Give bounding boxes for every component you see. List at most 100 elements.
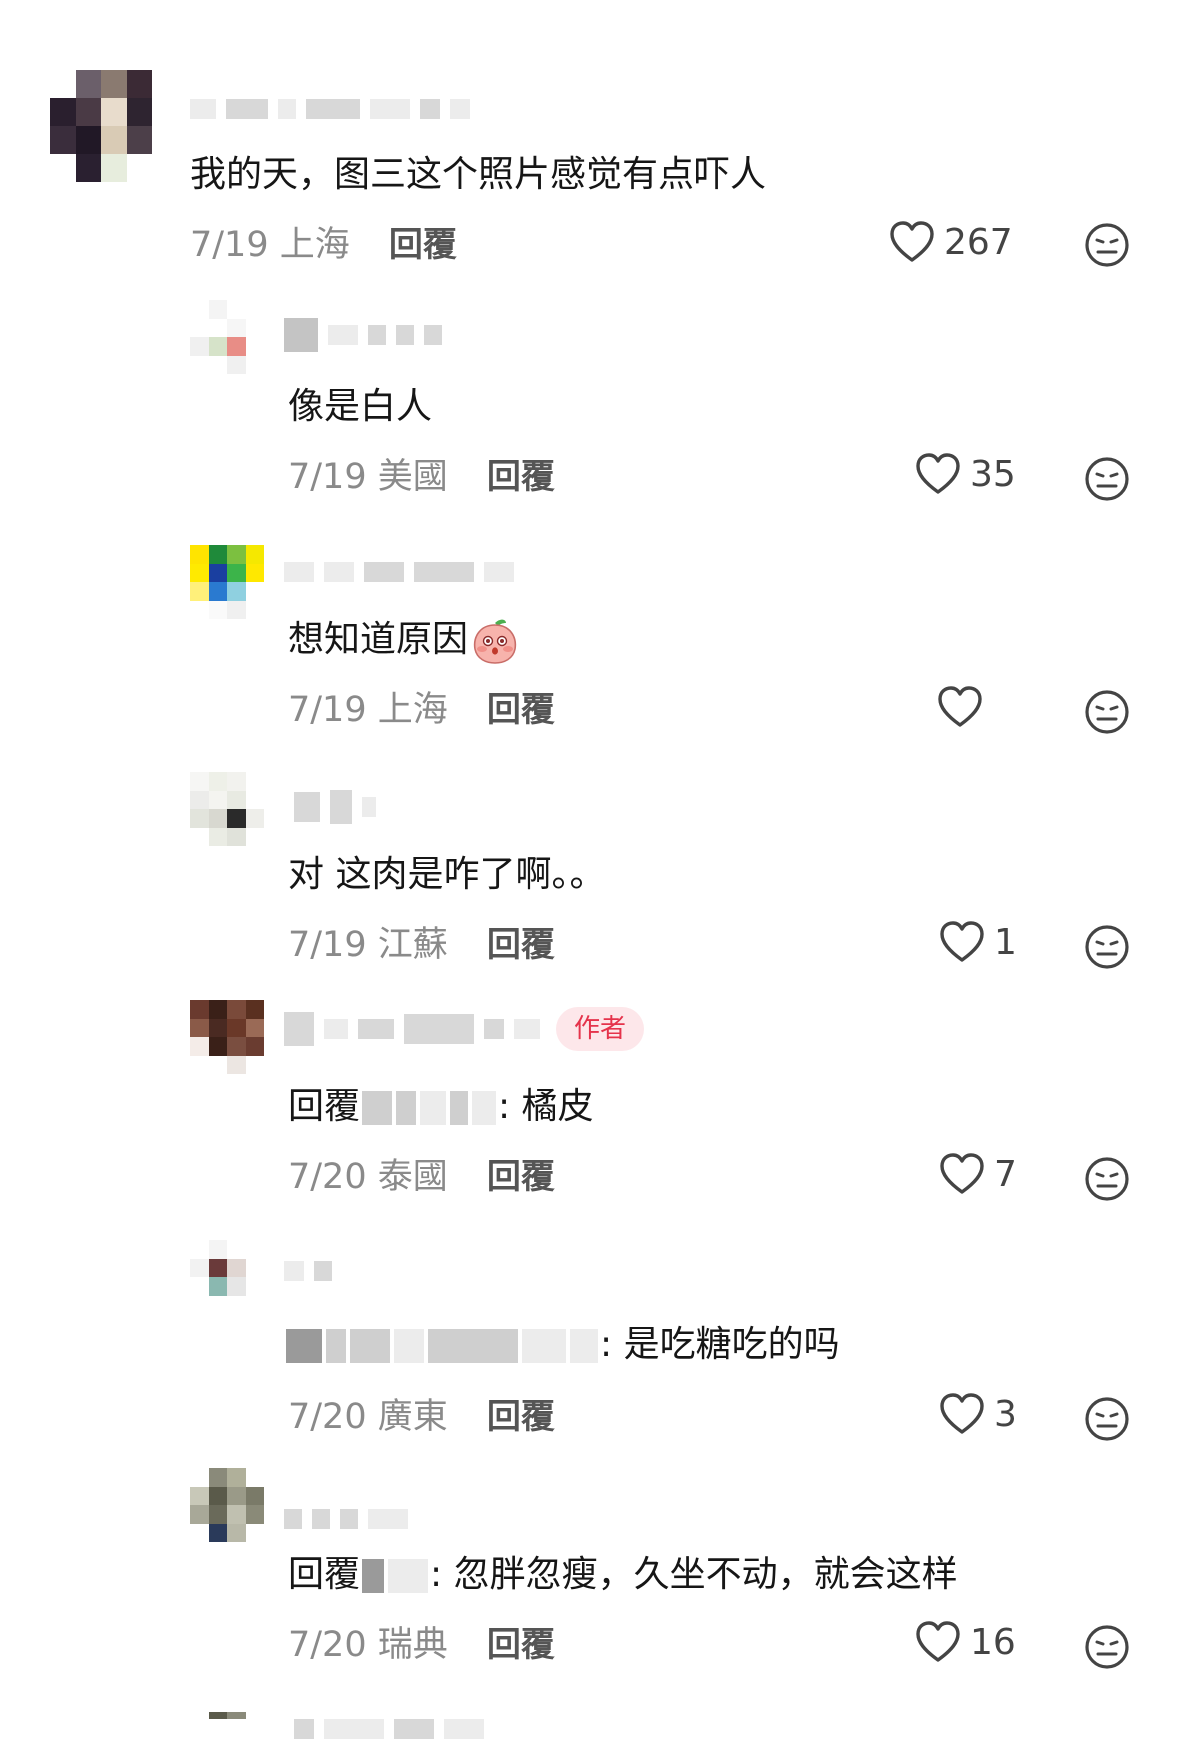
like-button[interactable]: 1: [938, 920, 1017, 964]
like-button[interactable]: 16: [914, 1620, 1016, 1664]
comment-text: 像是白人: [288, 386, 433, 427]
username-mask: [396, 1091, 417, 1125]
comment-text: 回覆: 忽胖忽瘦，久坐不动，就会这样: [288, 1552, 958, 1598]
avatar[interactable]: [190, 772, 264, 846]
avatar[interactable]: [190, 545, 264, 619]
avatar[interactable]: [190, 1468, 264, 1542]
username-mask: [350, 1329, 390, 1363]
like-count: 1: [994, 921, 1017, 963]
neutral-face-icon[interactable]: [1084, 1396, 1130, 1442]
comment-text-body: : 橘皮: [498, 1086, 594, 1127]
comment-text-body: : 是吃糖吃的吗: [600, 1324, 840, 1365]
like-count: 35: [970, 453, 1016, 495]
username-mask: [428, 1329, 518, 1363]
comment-location: 泰國: [377, 1157, 448, 1197]
heart-outline-icon: [938, 686, 982, 727]
username[interactable]: [284, 559, 514, 585]
comment-meta: 7/20 泰國 回覆: [288, 1154, 555, 1200]
comment-location: 廣東: [377, 1397, 448, 1437]
reply-button[interactable]: 回覆: [487, 1397, 555, 1437]
comment-meta: 7/19 上海 回覆: [288, 687, 555, 733]
comment-date: 7/19: [288, 925, 367, 965]
heart-outline-icon: [940, 1393, 984, 1434]
comment-date: 7/20: [288, 1157, 367, 1197]
comment-meta: 7/19 美國 回覆: [288, 454, 555, 500]
neutral-face-icon[interactable]: [1084, 1156, 1130, 1202]
avatar[interactable]: [190, 1712, 264, 1741]
username[interactable]: 作者: [284, 1007, 645, 1051]
comment-meta: 7/19 江蘇 回覆: [288, 922, 555, 968]
neutral-face-icon[interactable]: [1084, 924, 1130, 970]
avatar[interactable]: [50, 70, 152, 182]
reply-button[interactable]: 回覆: [487, 1157, 555, 1197]
username[interactable]: [190, 96, 470, 122]
comment-date: 7/20: [288, 1625, 367, 1665]
reply-prefix: 回覆: [288, 1086, 361, 1127]
like-button[interactable]: 267: [888, 220, 1013, 264]
comment-text-body: 想知道原因: [288, 619, 469, 660]
username[interactable]: [284, 1258, 332, 1284]
heart-outline-icon: [916, 453, 960, 494]
comment-text: 想知道原因: [288, 617, 520, 665]
reply-button[interactable]: 回覆: [487, 925, 555, 965]
username-mask: [394, 1329, 424, 1363]
username-mask: [362, 1091, 393, 1125]
like-button[interactable]: 35: [914, 452, 1016, 496]
heart-outline-icon: [940, 1153, 984, 1194]
comment-text: 对 这肉是咋了啊。。: [288, 854, 606, 895]
comment-location: 江蘇: [377, 925, 448, 965]
username-mask: [326, 1329, 346, 1363]
peach-face-emoji: [473, 619, 517, 664]
comment-text: : 是吃糖吃的吗: [284, 1322, 840, 1368]
username-mask: [286, 1329, 322, 1363]
comment-meta: 7/20 廣東 回覆: [288, 1394, 555, 1440]
username-mask: [570, 1329, 598, 1363]
username[interactable]: [284, 1506, 408, 1532]
like-count: 16: [970, 1621, 1016, 1663]
like-button[interactable]: 7: [938, 1152, 1017, 1196]
reply-button[interactable]: 回覆: [389, 225, 457, 265]
comment-date: 7/20: [288, 1397, 367, 1437]
comment-date: 7/19: [190, 225, 269, 265]
comment-text: 我的天，图三这个照片感觉有点吓人: [190, 154, 767, 195]
comment-date: 7/19: [288, 690, 367, 730]
reply-button[interactable]: 回覆: [487, 690, 555, 730]
comment-location: 上海: [377, 690, 448, 730]
username-mask: [362, 1559, 385, 1593]
like-button[interactable]: 3: [938, 1392, 1017, 1436]
username[interactable]: [284, 318, 442, 352]
like-count: 267: [944, 221, 1013, 263]
comment-date: 7/19: [288, 457, 367, 497]
neutral-face-icon[interactable]: [1084, 456, 1130, 502]
username-mask: [450, 1091, 469, 1125]
username[interactable]: [294, 790, 376, 824]
heart-outline-icon: [940, 921, 984, 962]
avatar[interactable]: [190, 1240, 264, 1314]
username-mask: [420, 1091, 447, 1125]
reply-button[interactable]: 回覆: [487, 1625, 555, 1665]
like-button[interactable]: [936, 685, 992, 729]
avatar[interactable]: [190, 1000, 264, 1074]
neutral-face-icon[interactable]: [1084, 689, 1130, 735]
like-count: 7: [994, 1153, 1017, 1195]
comment-location: 美國: [377, 457, 448, 497]
heart-outline-icon: [890, 221, 934, 262]
avatar[interactable]: [190, 300, 264, 374]
neutral-face-icon[interactable]: [1084, 222, 1130, 268]
username-mask: [388, 1559, 429, 1593]
reply-button[interactable]: 回覆: [487, 457, 555, 497]
comment-location: 上海: [279, 225, 350, 265]
like-count: 3: [994, 1393, 1017, 1435]
comment-meta: 7/20 瑞典 回覆: [288, 1622, 555, 1668]
comment-screen: { "reply_label": "回覆", "author_badge": "…: [0, 0, 1179, 1741]
neutral-face-icon[interactable]: [1084, 1624, 1130, 1670]
heart-outline-icon: [916, 1621, 960, 1662]
username[interactable]: [294, 1716, 484, 1742]
comment-text: 回覆 : 橘皮: [288, 1084, 594, 1130]
username-mask: [472, 1091, 497, 1125]
author-badge: 作者: [556, 1007, 645, 1051]
comment-meta: 7/19 上海 回覆: [190, 222, 457, 268]
username-mask: [522, 1329, 566, 1363]
comment-location: 瑞典: [377, 1625, 448, 1665]
comment-text-body: : 忽胖忽瘦，久坐不动，就会这样: [430, 1554, 958, 1595]
